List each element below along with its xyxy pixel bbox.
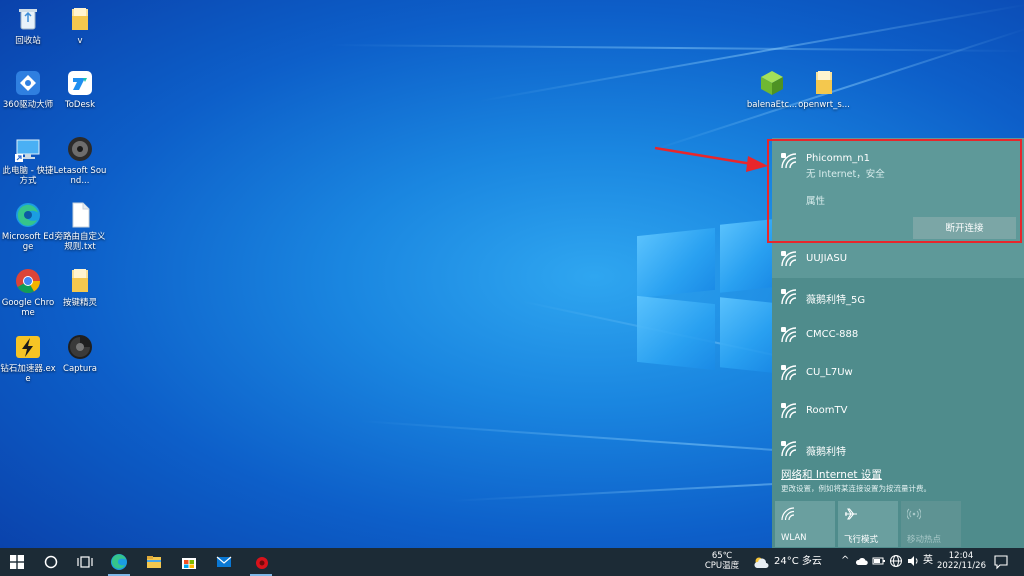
chrome-icon	[13, 266, 43, 296]
quick-action-label: 飞行模式	[844, 535, 879, 545]
network-item[interactable]: 薇鹅利特	[772, 430, 1024, 468]
speaker-icon	[65, 134, 95, 164]
captura-icon	[65, 332, 95, 362]
desktop-icon-textfile[interactable]: 旁路由自定义规则.txt	[52, 200, 108, 252]
desktop-icon-label: v	[77, 36, 83, 46]
desktop-icon-label: Microsoft Edge	[1, 232, 55, 252]
balena-cube-icon	[757, 68, 787, 98]
desktop-icon-360-driver[interactable]: 360驱动大师	[0, 68, 56, 110]
cpu-temp-value: 65℃	[711, 551, 733, 561]
quick-action-label: 移动热点	[907, 535, 942, 545]
network-settings-link[interactable]: 网络和 Internet 设置	[781, 467, 882, 482]
secured-wifi-icon	[781, 327, 797, 343]
desktop-icon-label: 旁路由自定义规则.txt	[54, 232, 106, 252]
volume-icon[interactable]	[906, 554, 920, 568]
light-beam	[329, 44, 1024, 53]
desktop-icon-edge[interactable]: Microsoft Edge	[0, 200, 56, 252]
edge-icon[interactable]	[110, 553, 128, 571]
task-view-icon[interactable]	[76, 553, 94, 571]
recycle-bin-icon	[13, 4, 43, 34]
desktop-icon-chrome[interactable]: Google Chrome	[0, 266, 56, 318]
network-name: CMCC-888	[806, 329, 859, 340]
360-driver-icon	[13, 68, 43, 98]
desktop-icon-label: 回收站	[15, 36, 41, 46]
input-method-indicator[interactable]: 英	[923, 556, 933, 566]
desktop-icon-label: 360驱动大师	[2, 100, 54, 110]
desktop-icon-folder-v[interactable]: v	[52, 4, 108, 46]
globe-network-icon[interactable]	[889, 554, 903, 568]
cpu-temp-label: CPU温度	[704, 561, 740, 571]
cpu-temp-widget[interactable]: 65℃ CPU温度	[700, 551, 744, 571]
mail-icon[interactable]	[215, 553, 233, 571]
network-item[interactable]: CMCC-888	[772, 316, 1024, 354]
network-name: RoomTV	[806, 405, 848, 416]
network-item[interactable]: CU_L7Uw	[772, 354, 1024, 392]
network-item[interactable]: UUJIASU	[772, 240, 1024, 278]
start-windows-icon[interactable]	[10, 555, 24, 569]
network-item[interactable]: 薇鹅利特_5G	[772, 278, 1024, 316]
quick-action-airplane[interactable]: 飞行模式	[838, 501, 898, 547]
quick-action-hotspot: 移动热点	[901, 501, 961, 547]
network-name: 薇鹅利特_5G	[806, 295, 866, 306]
chevron-up-icon[interactable]: ^	[841, 556, 849, 566]
desktop-icon-label: Google Chrome	[1, 298, 55, 318]
computer-icon	[13, 134, 43, 164]
secured-wifi-icon	[781, 365, 797, 381]
onedrive-cloud-icon[interactable]	[855, 554, 869, 568]
todesk-icon	[65, 68, 95, 98]
weather-cloud-icon[interactable]	[752, 554, 770, 572]
taskbar: 65℃ CPU温度 24°C 多云 ^ 英 12:04 2022/11/26	[0, 548, 1024, 576]
desktop-icon-this-pc[interactable]: 此电脑 - 快捷方式	[0, 134, 56, 186]
notification-icon[interactable]	[993, 554, 1009, 570]
record-icon[interactable]	[252, 553, 270, 571]
desktop-icon-letasoft[interactable]: Letasoft Sound...	[52, 134, 108, 186]
folder-icon	[65, 4, 95, 34]
network-item[interactable]: RoomTV	[772, 392, 1024, 430]
desktop-icon-label: 此电脑 - 快捷方式	[2, 166, 54, 186]
desktop-icon-balena[interactable]: balenaEtc...	[744, 68, 800, 110]
desktop-icon-label: 按键精灵	[62, 298, 97, 308]
desktop-icon-openwrt[interactable]: openwrt_s...	[796, 68, 852, 110]
network-name: CU_L7Uw	[806, 367, 853, 378]
clock-date: 2022/11/26	[937, 561, 986, 571]
airplane-icon	[845, 508, 857, 520]
secured-wifi-icon	[781, 251, 797, 267]
microsoft-store-icon[interactable]	[180, 553, 198, 571]
desktop-icon-anjian[interactable]: 按键精灵	[52, 266, 108, 308]
weather-text[interactable]: 24°C 多云	[774, 557, 822, 567]
text-file-icon	[65, 200, 95, 230]
clock[interactable]: 12:04 2022/11/26	[937, 551, 986, 571]
quick-action-wlan[interactable]: WLAN	[775, 501, 835, 547]
desktop-icon-todesk[interactable]: ToDesk	[52, 68, 108, 110]
hotspot-icon	[907, 508, 921, 520]
network-name: UUJIASU	[806, 253, 848, 264]
battery-icon[interactable]	[872, 554, 886, 568]
network-name: 薇鹅利特	[806, 447, 846, 458]
desktop-icon-label: Letasoft Sound...	[53, 166, 107, 186]
desktop-icon-label: openwrt_s...	[798, 100, 850, 110]
secured-wifi-icon	[781, 289, 797, 305]
search-circle-icon[interactable]	[42, 553, 60, 571]
desktop-icon-label: Captura	[63, 364, 97, 374]
desktop-icon-label: balenaEtc...	[746, 100, 798, 110]
folder-icon	[65, 266, 95, 296]
desktop-icon-label: ToDesk	[64, 100, 96, 110]
folder-icon	[809, 68, 839, 98]
clock-time: 12:04	[948, 551, 974, 561]
network-settings-description: 更改设置，例如将某连接设置为按流量计费。	[781, 484, 931, 493]
secured-wifi-icon	[781, 441, 797, 457]
desktop-icon-accelerator[interactable]: 钻石加速器.exe	[0, 332, 56, 384]
file-explorer-icon[interactable]	[145, 553, 163, 571]
secured-wifi-icon	[781, 403, 797, 419]
edge-icon	[13, 200, 43, 230]
desktop-icon-recycle-bin[interactable]: 回收站	[0, 4, 56, 46]
desktop-icon-captura[interactable]: Captura	[52, 332, 108, 374]
lightning-icon	[13, 332, 43, 362]
desktop-icon-label: 钻石加速器.exe	[0, 364, 56, 384]
highlight-box	[767, 139, 1022, 243]
quick-action-label: WLAN	[781, 533, 807, 543]
wifi-icon	[781, 507, 795, 521]
